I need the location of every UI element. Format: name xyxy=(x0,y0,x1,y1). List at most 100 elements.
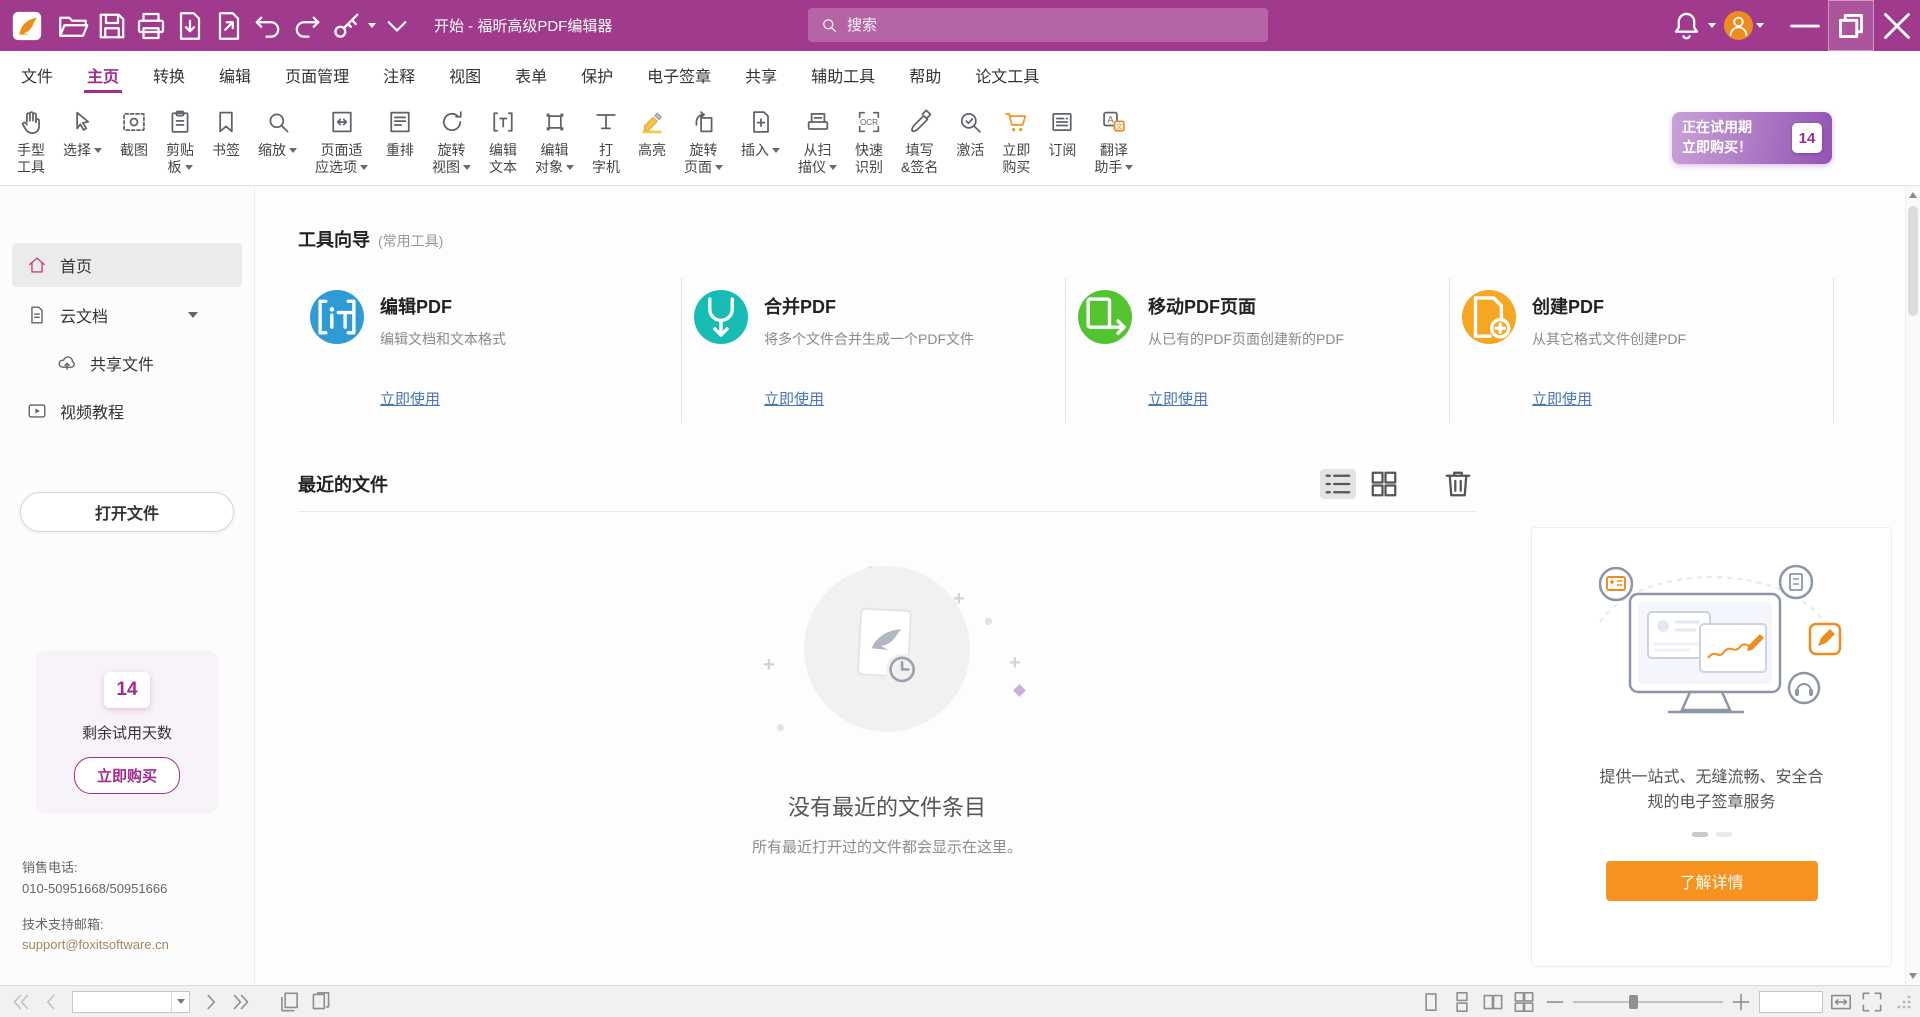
ribbon-tool-edit-object[interactable]: 编辑 对象 xyxy=(526,98,583,180)
snapshot-view-button[interactable] xyxy=(276,990,302,1014)
customize-toolbar-button[interactable] xyxy=(379,8,415,44)
learn-more-button[interactable]: 了解详情 xyxy=(1606,861,1818,901)
tool-card-create-pdf[interactable]: 创建PDF 从其它格式文件创建PDF 立即使用 xyxy=(1450,278,1834,423)
promo-dot[interactable] xyxy=(1692,832,1708,837)
resize-grip[interactable] xyxy=(1896,994,1912,1010)
previous-page-button[interactable] xyxy=(38,990,64,1014)
menu-item-page-manage[interactable]: 页面管理 xyxy=(268,51,366,98)
menu-item-comment[interactable]: 注释 xyxy=(366,51,432,98)
clipboard-view-button[interactable] xyxy=(308,990,334,1014)
chevron-down-icon[interactable] xyxy=(188,312,198,318)
support-email-link[interactable]: support@foxitsoftware.cn xyxy=(22,935,244,955)
undo-button[interactable] xyxy=(250,8,286,44)
zoom-slider[interactable] xyxy=(1573,990,1723,1014)
page-dropdown-button[interactable] xyxy=(171,992,189,1012)
scroll-up-icon[interactable] xyxy=(1909,192,1917,198)
redo-button[interactable] xyxy=(289,8,325,44)
zoom-out-button[interactable] xyxy=(1542,990,1568,1014)
facing-continuous-view-button[interactable] xyxy=(1511,990,1537,1014)
trial-buy-badge[interactable]: 正在试用期 立即购买！ 14 xyxy=(1672,112,1832,164)
export-pdf-button[interactable] xyxy=(172,8,208,44)
ribbon-tool-rotate-pages[interactable]: 旋转 页面 xyxy=(675,98,732,180)
use-now-link[interactable]: 立即使用 xyxy=(1532,388,1592,409)
use-now-link[interactable]: 立即使用 xyxy=(1148,388,1208,409)
menu-item-paper-tools[interactable]: 论文工具 xyxy=(958,51,1056,98)
sidebar-item-home[interactable]: 首页 xyxy=(12,243,242,287)
close-button[interactable] xyxy=(1874,0,1920,51)
menu-item-file[interactable]: 文件 xyxy=(4,51,70,98)
ribbon-tool-buy-now[interactable]: 立即 购买 xyxy=(993,98,1039,180)
menu-item-form[interactable]: 表单 xyxy=(498,51,564,98)
menu-item-esign[interactable]: 电子签章 xyxy=(630,51,728,98)
next-page-button[interactable] xyxy=(198,990,224,1014)
use-now-link[interactable]: 立即使用 xyxy=(380,388,440,409)
menu-item-home[interactable]: 主页 xyxy=(70,51,136,98)
sidebar-item-shared-files[interactable]: 共享文件 xyxy=(12,343,242,383)
minimize-button[interactable] xyxy=(1782,0,1828,51)
list-view-button[interactable] xyxy=(1320,469,1356,499)
sidebar-item-cloud-docs[interactable]: 云文档 xyxy=(12,293,242,337)
last-page-button[interactable] xyxy=(228,990,254,1014)
continuous-view-button[interactable] xyxy=(1449,990,1475,1014)
menu-item-convert[interactable]: 转换 xyxy=(136,51,202,98)
account-button[interactable] xyxy=(1716,8,1772,44)
fit-width-button[interactable] xyxy=(1828,990,1854,1014)
ribbon-tool-zoom[interactable]: 缩放 xyxy=(249,98,306,163)
grid-view-button[interactable] xyxy=(1366,469,1402,499)
first-page-button[interactable] xyxy=(8,990,34,1014)
menu-item-view[interactable]: 视图 xyxy=(432,51,498,98)
tool-card-edit-pdf[interactable]: 编辑PDF 编辑文档和文本格式 立即使用 xyxy=(298,278,682,423)
notifications-button[interactable] xyxy=(1668,8,1716,44)
menu-item-protect[interactable]: 保护 xyxy=(564,51,630,98)
ribbon-tool-activate[interactable]: 激活 xyxy=(947,98,993,163)
ribbon-tool-subscribe[interactable]: 订阅 xyxy=(1039,98,1085,163)
vertical-scrollbar[interactable] xyxy=(1905,186,1920,985)
ribbon-tool-fill-sign[interactable]: 填写 &签名 xyxy=(892,98,947,180)
ribbon-tool-edit-text[interactable]: 编辑 文本 xyxy=(480,98,526,180)
open-file-button[interactable] xyxy=(55,8,91,44)
single-page-view-button[interactable] xyxy=(1418,990,1444,1014)
clear-recent-button[interactable] xyxy=(1440,469,1476,499)
use-now-link[interactable]: 立即使用 xyxy=(764,388,824,409)
fullscreen-button[interactable] xyxy=(1859,990,1885,1014)
menu-item-help[interactable]: 帮助 xyxy=(892,51,958,98)
ribbon-tool-reflow[interactable]: 重排 xyxy=(377,98,423,163)
ribbon-tool-clipboard[interactable]: 剪贴 板 xyxy=(157,98,203,180)
promo-dot[interactable] xyxy=(1716,832,1732,837)
print-button[interactable] xyxy=(133,8,169,44)
menu-item-share[interactable]: 共享 xyxy=(728,51,794,98)
facing-view-button[interactable] xyxy=(1480,990,1506,1014)
create-from-file-button[interactable] xyxy=(211,8,247,44)
ribbon-tool-highlight[interactable]: 高亮 xyxy=(629,98,675,163)
zoom-slider-knob[interactable] xyxy=(1629,995,1638,1009)
ribbon-tool-typewriter[interactable]: 打 字机 xyxy=(583,98,629,180)
tool-card-merge-pdf[interactable]: 合并PDF 将多个文件合并生成一个PDF文件 立即使用 xyxy=(682,278,1066,423)
buy-now-button[interactable]: 立即购买 xyxy=(74,757,180,794)
scroll-down-icon[interactable] xyxy=(1909,973,1917,979)
ribbon-tool-hand-tool[interactable]: 手型 工具 xyxy=(8,98,54,180)
search-box[interactable] xyxy=(808,8,1268,42)
open-file-sidebar-button[interactable]: 打开文件 xyxy=(20,492,234,532)
sidebar-item-video-tutorials[interactable]: 视频教程 xyxy=(12,389,242,433)
ribbon-tool-quick-ocr[interactable]: OCR 快速 识别 xyxy=(846,98,892,180)
ribbon-tool-bookmark[interactable]: 书签 xyxy=(203,98,249,163)
ribbon-tool-from-scanner[interactable]: 从扫 描仪 xyxy=(789,98,846,180)
ribbon-tool-rotate-view[interactable]: 旋转 视图 xyxy=(423,98,480,180)
zoom-level-input[interactable] xyxy=(1759,991,1823,1013)
save-button[interactable] xyxy=(94,8,130,44)
menu-item-edit[interactable]: 编辑 xyxy=(202,51,268,98)
page-number-input[interactable] xyxy=(73,992,171,1012)
zoom-in-button[interactable] xyxy=(1728,990,1754,1014)
esign-promo-text: 提供一站式、无缝流畅、安全合 规的电子签章服务 xyxy=(1599,766,1823,816)
ribbon-tool-snapshot[interactable]: 截图 xyxy=(111,98,157,163)
tool-card-move-pdf-pages[interactable]: 移动PDF页面 从已有的PDF页面创建新的PDF 立即使用 xyxy=(1066,278,1450,423)
ribbon-tool-insert[interactable]: 插入 xyxy=(732,98,789,163)
menu-item-accessibility[interactable]: 辅助工具 xyxy=(794,51,892,98)
ribbon-tool-fit-options[interactable]: 页面适 应选项 xyxy=(306,98,377,180)
search-input[interactable] xyxy=(847,17,1256,34)
ribbon-tool-translate-assistant[interactable]: A文 翻译 助手 xyxy=(1085,98,1142,180)
restore-window-button[interactable] xyxy=(1828,0,1874,51)
ribbon-tool-select[interactable]: 选择 xyxy=(54,98,111,163)
quick-sign-button[interactable] xyxy=(328,8,376,44)
scrollbar-thumb[interactable] xyxy=(1908,206,1918,316)
